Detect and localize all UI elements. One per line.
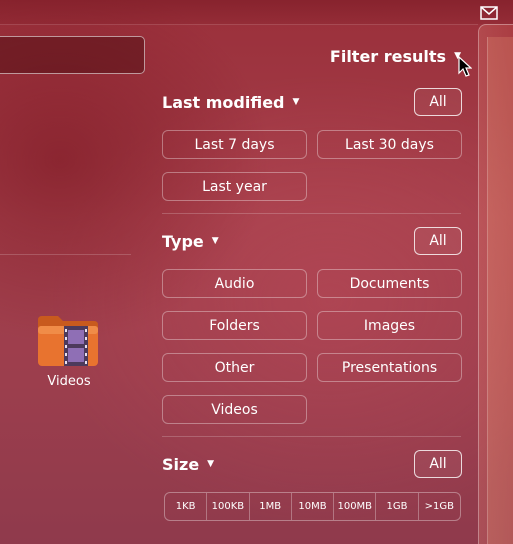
size-range-selector: 1KB 100KB 1MB 10MB 100MB 1GB >1GB [164, 492, 461, 521]
scrollbar-track [487, 37, 513, 544]
filter-last-30-days[interactable]: Last 30 days [317, 130, 462, 159]
section-divider [162, 213, 461, 214]
filter-other[interactable]: Other [162, 353, 307, 382]
results-divider [0, 254, 131, 255]
filter-documents[interactable]: Documents [317, 269, 462, 298]
search-input[interactable] [0, 36, 145, 74]
last-modified-heading[interactable]: Last modified ▼ [162, 91, 299, 113]
filter-results-label: Filter results [329, 46, 447, 66]
size-option-1mb[interactable]: 1MB [248, 493, 291, 520]
filter-folders[interactable]: Folders [162, 311, 307, 340]
last-modified-title: Last modified [162, 92, 285, 112]
filter-images[interactable]: Images [317, 311, 462, 340]
envelope-icon[interactable] [480, 5, 498, 20]
filter-audio[interactable]: Audio [162, 269, 307, 298]
mouse-pointer-icon [458, 56, 472, 77]
type-all-button[interactable]: All [414, 227, 462, 255]
size-option-100kb[interactable]: 100KB [206, 493, 248, 520]
triangle-down-icon: ▼ [292, 96, 300, 107]
size-option-100mb[interactable]: 100MB [333, 493, 375, 520]
last-modified-all-button[interactable]: All [414, 88, 462, 116]
section-divider [162, 436, 461, 437]
filter-presentations[interactable]: Presentations [317, 353, 462, 382]
result-item-label: Videos [47, 374, 91, 389]
size-option-1gb[interactable]: 1GB [375, 493, 417, 520]
triangle-down-icon: ▼ [211, 235, 219, 246]
videos-folder-icon [38, 316, 98, 366]
filter-results-toggle[interactable]: Filter results ▼ [330, 46, 461, 66]
triangle-down-icon: ▼ [207, 458, 215, 469]
type-title: Type [162, 231, 204, 251]
top-panel-divider [0, 24, 478, 25]
filter-videos[interactable]: Videos [162, 395, 307, 424]
filter-last-7-days[interactable]: Last 7 days [162, 130, 307, 159]
size-option-1kb[interactable]: 1KB [165, 493, 206, 520]
filter-last-year[interactable]: Last year [162, 172, 307, 201]
result-item-videos[interactable]: Videos [30, 312, 108, 394]
type-heading[interactable]: Type ▼ [162, 230, 219, 252]
size-option-10mb[interactable]: 10MB [290, 493, 333, 520]
size-title: Size [162, 454, 200, 474]
size-option-over-1gb[interactable]: >1GB [417, 493, 460, 520]
top-panel [0, 0, 513, 24]
size-all-button[interactable]: All [414, 450, 462, 478]
size-heading[interactable]: Size ▼ [162, 453, 214, 475]
scrollbar[interactable] [478, 24, 513, 544]
